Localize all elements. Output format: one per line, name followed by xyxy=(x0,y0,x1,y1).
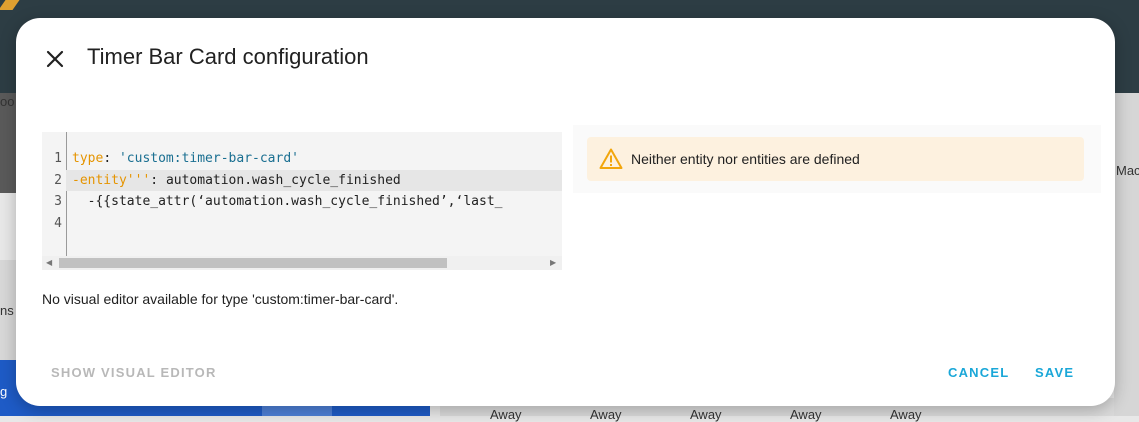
background-label: Away xyxy=(790,407,822,422)
show-visual-editor-button[interactable]: SHOW VISUAL EDITOR xyxy=(51,365,217,380)
yaml-separator: : xyxy=(103,151,119,166)
close-icon xyxy=(46,50,64,68)
line-number: 1 xyxy=(54,151,62,166)
line-number-gutter: 1 2 3 4 xyxy=(42,132,67,256)
code-line-active[interactable]: -entity''': automation.wash_cycle_finish… xyxy=(66,169,562,191)
warning-alert: Neither entity nor entities are defined xyxy=(587,137,1084,181)
background-text: g xyxy=(0,384,8,399)
code-line[interactable] xyxy=(72,213,562,235)
close-button[interactable] xyxy=(42,46,68,72)
background-text: ns xyxy=(0,303,14,318)
background-text: oo xyxy=(0,94,15,109)
card-preview-panel: Neither entity nor entities are defined xyxy=(573,125,1101,193)
dialog-title: Timer Bar Card configuration xyxy=(87,44,369,69)
line-number: 4 xyxy=(54,215,62,231)
code-line[interactable]: -{{state_attr(‘automation.wash_cycle_fin… xyxy=(72,191,562,213)
cancel-button[interactable]: CANCEL xyxy=(948,365,1009,380)
background-label: Away xyxy=(490,407,522,422)
yaml-separator: : xyxy=(150,172,166,188)
warning-triangle-icon xyxy=(599,148,623,169)
background-label: Away xyxy=(890,407,922,422)
yaml-key: -entity''' xyxy=(72,172,151,188)
scrollbar-thumb[interactable] xyxy=(59,258,447,268)
yaml-value: 'custom:timer-bar-card' xyxy=(118,151,299,166)
save-button[interactable]: SAVE xyxy=(1035,365,1074,380)
background-label: Away xyxy=(690,407,722,422)
line-number: 3 xyxy=(54,194,62,209)
no-visual-editor-message: No visual editor available for type 'cus… xyxy=(42,291,399,307)
code-content[interactable]: type: 'custom:timer-bar-card' -entity'''… xyxy=(66,148,562,235)
background-label: Away xyxy=(590,407,622,422)
scroll-right-icon[interactable]: ▶ xyxy=(550,258,556,267)
warning-text: Neither entity nor entities are defined xyxy=(631,151,860,167)
background-panel-right xyxy=(1114,93,1139,416)
scroll-left-icon[interactable]: ◀ xyxy=(46,258,52,267)
horizontal-scrollbar[interactable]: ◀ ▶ xyxy=(42,256,562,270)
card-config-dialog: Timer Bar Card configuration 1 2 3 4 typ… xyxy=(16,18,1115,406)
yaml-key: type xyxy=(72,151,104,166)
code-line[interactable]: type: 'custom:timer-bar-card' xyxy=(72,148,562,170)
line-number: 2 xyxy=(54,172,62,188)
yaml-value: automation.wash_cycle_finished xyxy=(165,172,401,188)
yaml-code-editor[interactable]: 1 2 3 4 type: 'custom:timer-bar-card' -e… xyxy=(42,132,562,270)
background-text: Mach xyxy=(1116,163,1139,178)
